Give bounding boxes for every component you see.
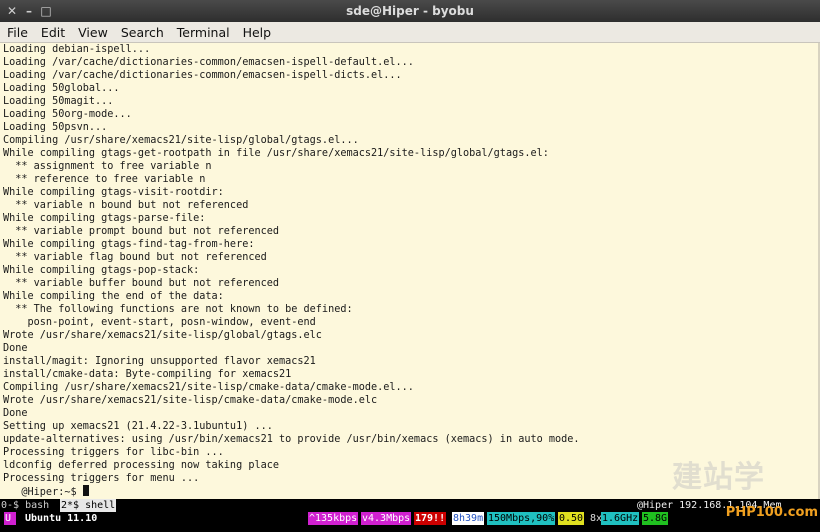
terminal-line: update-alternatives: using /usr/bin/xema… [3, 434, 580, 445]
terminal-line: ** variable n bound but not referenced [3, 200, 249, 211]
terminal-line: ** variable buffer bound but not referen… [3, 278, 280, 289]
status-updates: 179!! [414, 512, 447, 525]
terminal-line: ldconfig deferred processing now taking … [3, 460, 280, 471]
status-mem: 5.8G [642, 512, 669, 525]
terminal-window: ✕ – □ sde@Hiper - byobu File Edit View Sear… [0, 0, 820, 532]
terminal-line: install/cmake-data: Byte-compiling for x… [3, 369, 292, 380]
terminal-line: ** assignment to free variable n [3, 161, 212, 172]
status-download: v4.3Mbps [361, 512, 412, 525]
terminal-line: Loading 50psvn... [3, 122, 108, 133]
byobu-status-bar: U Ubuntu 11.10 ^135kbps v4.3Mbps 179!! 8… [0, 512, 820, 525]
terminal-line: ** variable prompt bound but not referen… [3, 226, 280, 237]
tab-shell[interactable]: 2*$ shell [60, 499, 117, 512]
menu-terminal[interactable]: Terminal [170, 22, 236, 41]
menu-edit[interactable]: Edit [34, 22, 71, 41]
terminal-line: Compiling /usr/share/xemacs21/site-lisp/… [3, 135, 359, 146]
menu-search[interactable]: Search [114, 22, 170, 41]
terminal-line: Done [3, 408, 28, 419]
terminal-line: ** The following functions are not known… [3, 304, 353, 315]
window-title: sde@Hiper - byobu [346, 4, 474, 18]
terminal-line: Loading /var/cache/dictionaries-common/e… [3, 70, 402, 81]
tab-bash[interactable]: 0-$ bash [0, 499, 50, 512]
bottom-strip [0, 525, 820, 532]
status-indicator: U [4, 512, 16, 525]
terminal-line: Wrote /usr/share/xemacs21/site-lisp/glob… [3, 330, 322, 341]
terminal-line: Setting up xemacs21 (21.4.22-3.1ubuntu1)… [3, 421, 273, 432]
terminal-line: Loading 50magit... [3, 96, 114, 107]
terminal-line: posn-point, event-start, posn-window, ev… [3, 317, 316, 328]
terminal-line: Processing triggers for libc-bin ... [3, 447, 224, 458]
terminal-line: While compiling gtags-get-rootpath in fi… [3, 148, 549, 159]
terminal-line: ** reference to free variable n [3, 174, 206, 185]
status-load: 0.50 [558, 512, 585, 525]
watermark: 建站学 [672, 460, 765, 495]
terminal-line: While compiling gtags-pop-stack: [3, 265, 200, 276]
terminal-line: While compiling gtags-visit-rootdir: [3, 187, 224, 198]
terminal-line: Loading 50org-mode... [3, 109, 132, 120]
php100-logo: PHP100.com [725, 505, 818, 520]
terminal-line: Processing triggers for menu ... [3, 473, 200, 484]
menu-help[interactable]: Help [236, 22, 278, 41]
terminal-line: Done [3, 343, 28, 354]
menu-view[interactable]: View [71, 22, 114, 41]
terminal-line: While compiling the end of the data: [3, 291, 224, 302]
byobu-tab-bar: 0-$ bash 2*$ shell @Hiper 192.168.1.104 … [0, 499, 820, 512]
status-cpu-freq: 1.6GHz [601, 512, 640, 525]
status-os: Ubuntu 11.10 [25, 513, 98, 524]
terminal-line: Loading debian-ispell... [3, 44, 151, 55]
terminal-prompt-line[interactable]: @Hiper:~$ [3, 485, 89, 498]
terminal-line: Wrote /usr/share/xemacs21/site-lisp/cmak… [3, 395, 378, 406]
terminal-line: While compiling gtags-parse-file: [3, 213, 206, 224]
status-uptime: 8h39m [452, 512, 485, 525]
terminal-prompt: @Hiper:~$ [3, 487, 83, 498]
terminal-line: Compiling /usr/share/xemacs21/site-lisp/… [3, 382, 414, 393]
cursor [82, 485, 89, 496]
terminal-line: ** variable flag bound but not reference… [3, 252, 267, 263]
terminal-line: Loading /var/cache/dictionaries-common/e… [3, 57, 414, 68]
title-bar[interactable]: ✕ – □ sde@Hiper - byobu [0, 0, 820, 22]
menu-file[interactable]: File [0, 22, 34, 41]
terminal-line: Loading 50global... [3, 83, 120, 94]
terminal-line: install/magit: Ignoring unsupported flav… [3, 356, 316, 367]
status-upload: ^135kbps [308, 512, 359, 525]
terminal-output[interactable]: Loading debian-ispell... Loading /var/cac… [0, 43, 818, 499]
menu-bar: File Edit View Search Terminal Help [0, 22, 820, 43]
status-link: 150Mbps,90% [487, 512, 556, 525]
terminal-line: While compiling gtags-find-tag-from-here… [3, 239, 255, 250]
